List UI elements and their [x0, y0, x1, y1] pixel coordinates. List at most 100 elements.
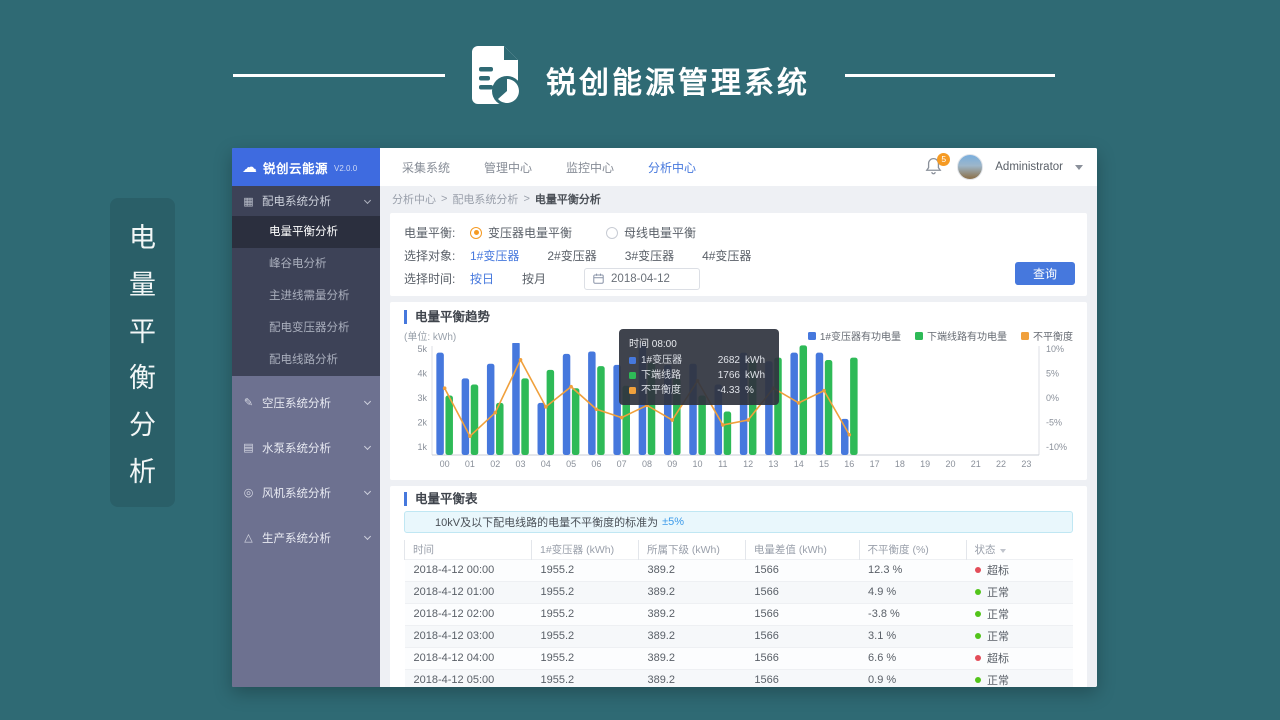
topbar-right: 5 Administrator	[925, 154, 1083, 180]
radio-icon	[606, 227, 618, 239]
tab-监控中心[interactable]: 监控中心	[566, 159, 614, 176]
sidebar-group-水泵系统分析[interactable]: ▤水泵系统分析	[232, 425, 380, 470]
radio-option-变压器电量平衡[interactable]: 变压器电量平衡	[470, 224, 572, 241]
table-row[interactable]: 2018-4-12 02:001955.2389.21566-3.8 %正常	[405, 603, 1074, 625]
cell-downstream: 389.2	[638, 647, 745, 669]
topnav-tabs: 采集系统 管理中心 监控中心 分析中心	[402, 159, 696, 176]
cloud-icon: ☁	[242, 160, 257, 175]
svg-text:3k: 3k	[417, 393, 427, 403]
slide-background: 锐创能源管理系统 电量平衡分析 ☁ 锐创云能源 V2.0.0 ▦配电系统分析电量…	[0, 0, 1280, 720]
legend-item-不平衡度[interactable]: 不平衡度	[1021, 328, 1073, 343]
object-option-4#变压器[interactable]: 4#变压器	[702, 249, 751, 263]
breadcrumb-item[interactable]: 分析中心	[392, 191, 436, 207]
legend-item-1#变压器有功电量[interactable]: 1#变压器有功电量	[808, 328, 901, 343]
status-dot	[975, 611, 981, 617]
svg-text:04: 04	[541, 459, 551, 469]
table-row[interactable]: 2018-4-12 01:001955.2389.215664.9 %正常	[405, 581, 1074, 603]
sidebar-group-风机系统分析[interactable]: ◎风机系统分析	[232, 470, 380, 515]
svg-text:02: 02	[490, 459, 500, 469]
section-label-char: 衡	[129, 356, 156, 395]
decorative-line-left	[233, 74, 445, 77]
chevron-down-icon	[364, 443, 371, 450]
user-menu-caret-icon[interactable]	[1075, 165, 1083, 170]
status-text: 正常	[987, 631, 1009, 643]
status-text: 超标	[987, 653, 1009, 665]
user-avatar[interactable]	[957, 154, 983, 180]
status-text: 正常	[987, 587, 1009, 599]
svg-text:08: 08	[642, 459, 652, 469]
tab-分析中心[interactable]: 分析中心	[648, 159, 696, 176]
breadcrumb-item[interactable]: 电量平衡分析	[535, 191, 601, 207]
pump-icon: ▤	[242, 441, 255, 454]
svg-text:06: 06	[591, 459, 601, 469]
svg-text:23: 23	[1021, 459, 1031, 469]
cell-downstream: 389.2	[638, 581, 745, 603]
svg-text:13: 13	[768, 459, 778, 469]
sort-caret-icon	[1000, 549, 1006, 553]
grid-icon: ▦	[242, 195, 255, 208]
cell-downstream: 389.2	[638, 559, 745, 581]
object-option-2#变压器[interactable]: 2#变压器	[547, 249, 596, 263]
cell-imbalance: 12.3 %	[859, 559, 966, 581]
cell-imbalance: 0.9 %	[859, 669, 966, 687]
status-dot	[975, 567, 981, 573]
sidebar-item-主进线需量分析[interactable]: 主进线需量分析	[232, 280, 380, 312]
section-label-char: 量	[129, 263, 156, 302]
document-pie-icon	[470, 45, 524, 107]
tooltip-label: 1#变压器	[641, 353, 682, 368]
legend-item-下端线路有功电量[interactable]: 下端线路有功电量	[915, 328, 1007, 343]
chevron-down-icon	[364, 398, 371, 405]
table-row[interactable]: 2018-4-12 05:001955.2389.215660.9 %正常	[405, 669, 1074, 687]
app-window: ☁ 锐创云能源 V2.0.0 ▦配电系统分析电量平衡分析峰谷电分析主进线需量分析…	[232, 148, 1097, 687]
tooltip-time: 时间 08:00	[629, 335, 769, 350]
cell-status: 正常	[966, 581, 1073, 603]
radio-icon	[470, 227, 482, 239]
object-option-group: 1#变压器 2#变压器 3#变压器 4#变压器	[470, 247, 779, 264]
time-mode-group: 按日 按月	[470, 270, 574, 287]
status-dot	[975, 655, 981, 661]
production-icon: △	[242, 531, 255, 544]
time-label: 选择时间:	[404, 270, 470, 287]
tab-管理中心[interactable]: 管理中心	[484, 159, 532, 176]
table-row[interactable]: 2018-4-12 04:001955.2389.215666.6 %超标	[405, 647, 1074, 669]
sidebar-group-生产系统分析[interactable]: △生产系统分析	[232, 515, 380, 560]
svg-text:15: 15	[819, 459, 829, 469]
date-picker[interactable]: 2018-04-12	[584, 268, 700, 290]
notification-bell[interactable]: 5	[925, 157, 945, 177]
tooltip-label: 下端线路	[641, 368, 681, 383]
filter-row-time: 选择时间: 按日 按月 2018-04-12	[404, 267, 1073, 290]
slide-title: 锐创能源管理系统	[546, 58, 810, 102]
sidebar-item-配电变压器分析[interactable]: 配电变压器分析	[232, 312, 380, 344]
filter-row-balance: 电量平衡: 变压器电量平衡母线电量平衡	[404, 221, 1073, 244]
tab-采集系统[interactable]: 采集系统	[402, 159, 450, 176]
time-mode-按月[interactable]: 按月	[522, 272, 546, 286]
svg-text:07: 07	[617, 459, 627, 469]
breadcrumb-item[interactable]: 配电系统分析	[452, 191, 518, 207]
sidebar-item-电量平衡分析[interactable]: 电量平衡分析	[232, 216, 380, 248]
app-logo[interactable]: ☁ 锐创云能源 V2.0.0	[232, 148, 380, 186]
table-row[interactable]: 2018-4-12 03:001955.2389.215663.1 %正常	[405, 625, 1074, 647]
object-option-3#变压器[interactable]: 3#变压器	[625, 249, 674, 263]
legend-swatch	[915, 332, 923, 340]
table-row[interactable]: 2018-4-12 00:001955.2389.2156612.3 %超标	[405, 559, 1074, 581]
cell-imbalance: 6.6 %	[859, 647, 966, 669]
svg-text:10%: 10%	[1046, 344, 1064, 354]
cell-transformer: 1955.2	[532, 603, 639, 625]
sidebar-menu-collapsed: ✎空压系统分析▤水泵系统分析◎风机系统分析△生产系统分析	[232, 376, 380, 687]
sidebar-group-配电系统分析[interactable]: ▦配电系统分析	[232, 186, 380, 216]
sidebar-group-空压系统分析[interactable]: ✎空压系统分析	[232, 380, 380, 425]
sidebar-item-配电线路分析[interactable]: 配电线路分析	[232, 344, 380, 376]
sidebar-item-峰谷电分析[interactable]: 峰谷电分析	[232, 248, 380, 280]
time-mode-按日[interactable]: 按日	[470, 272, 494, 286]
column-header-状态[interactable]: 状态	[966, 540, 1073, 559]
decorative-line-right	[845, 74, 1055, 77]
query-button[interactable]: 查询	[1015, 262, 1075, 285]
tooltip-value: -4.33	[717, 383, 740, 398]
object-option-1#变压器[interactable]: 1#变压器	[470, 249, 519, 263]
cell-downstream: 389.2	[638, 603, 745, 625]
cell-downstream: 389.2	[638, 669, 745, 687]
filter-panel: 电量平衡: 变压器电量平衡母线电量平衡 选择对象: 1#变压器2#变压器3#变压…	[390, 213, 1087, 296]
svg-text:2k: 2k	[417, 418, 427, 428]
radio-option-母线电量平衡[interactable]: 母线电量平衡	[606, 224, 696, 241]
svg-text:05: 05	[566, 459, 576, 469]
